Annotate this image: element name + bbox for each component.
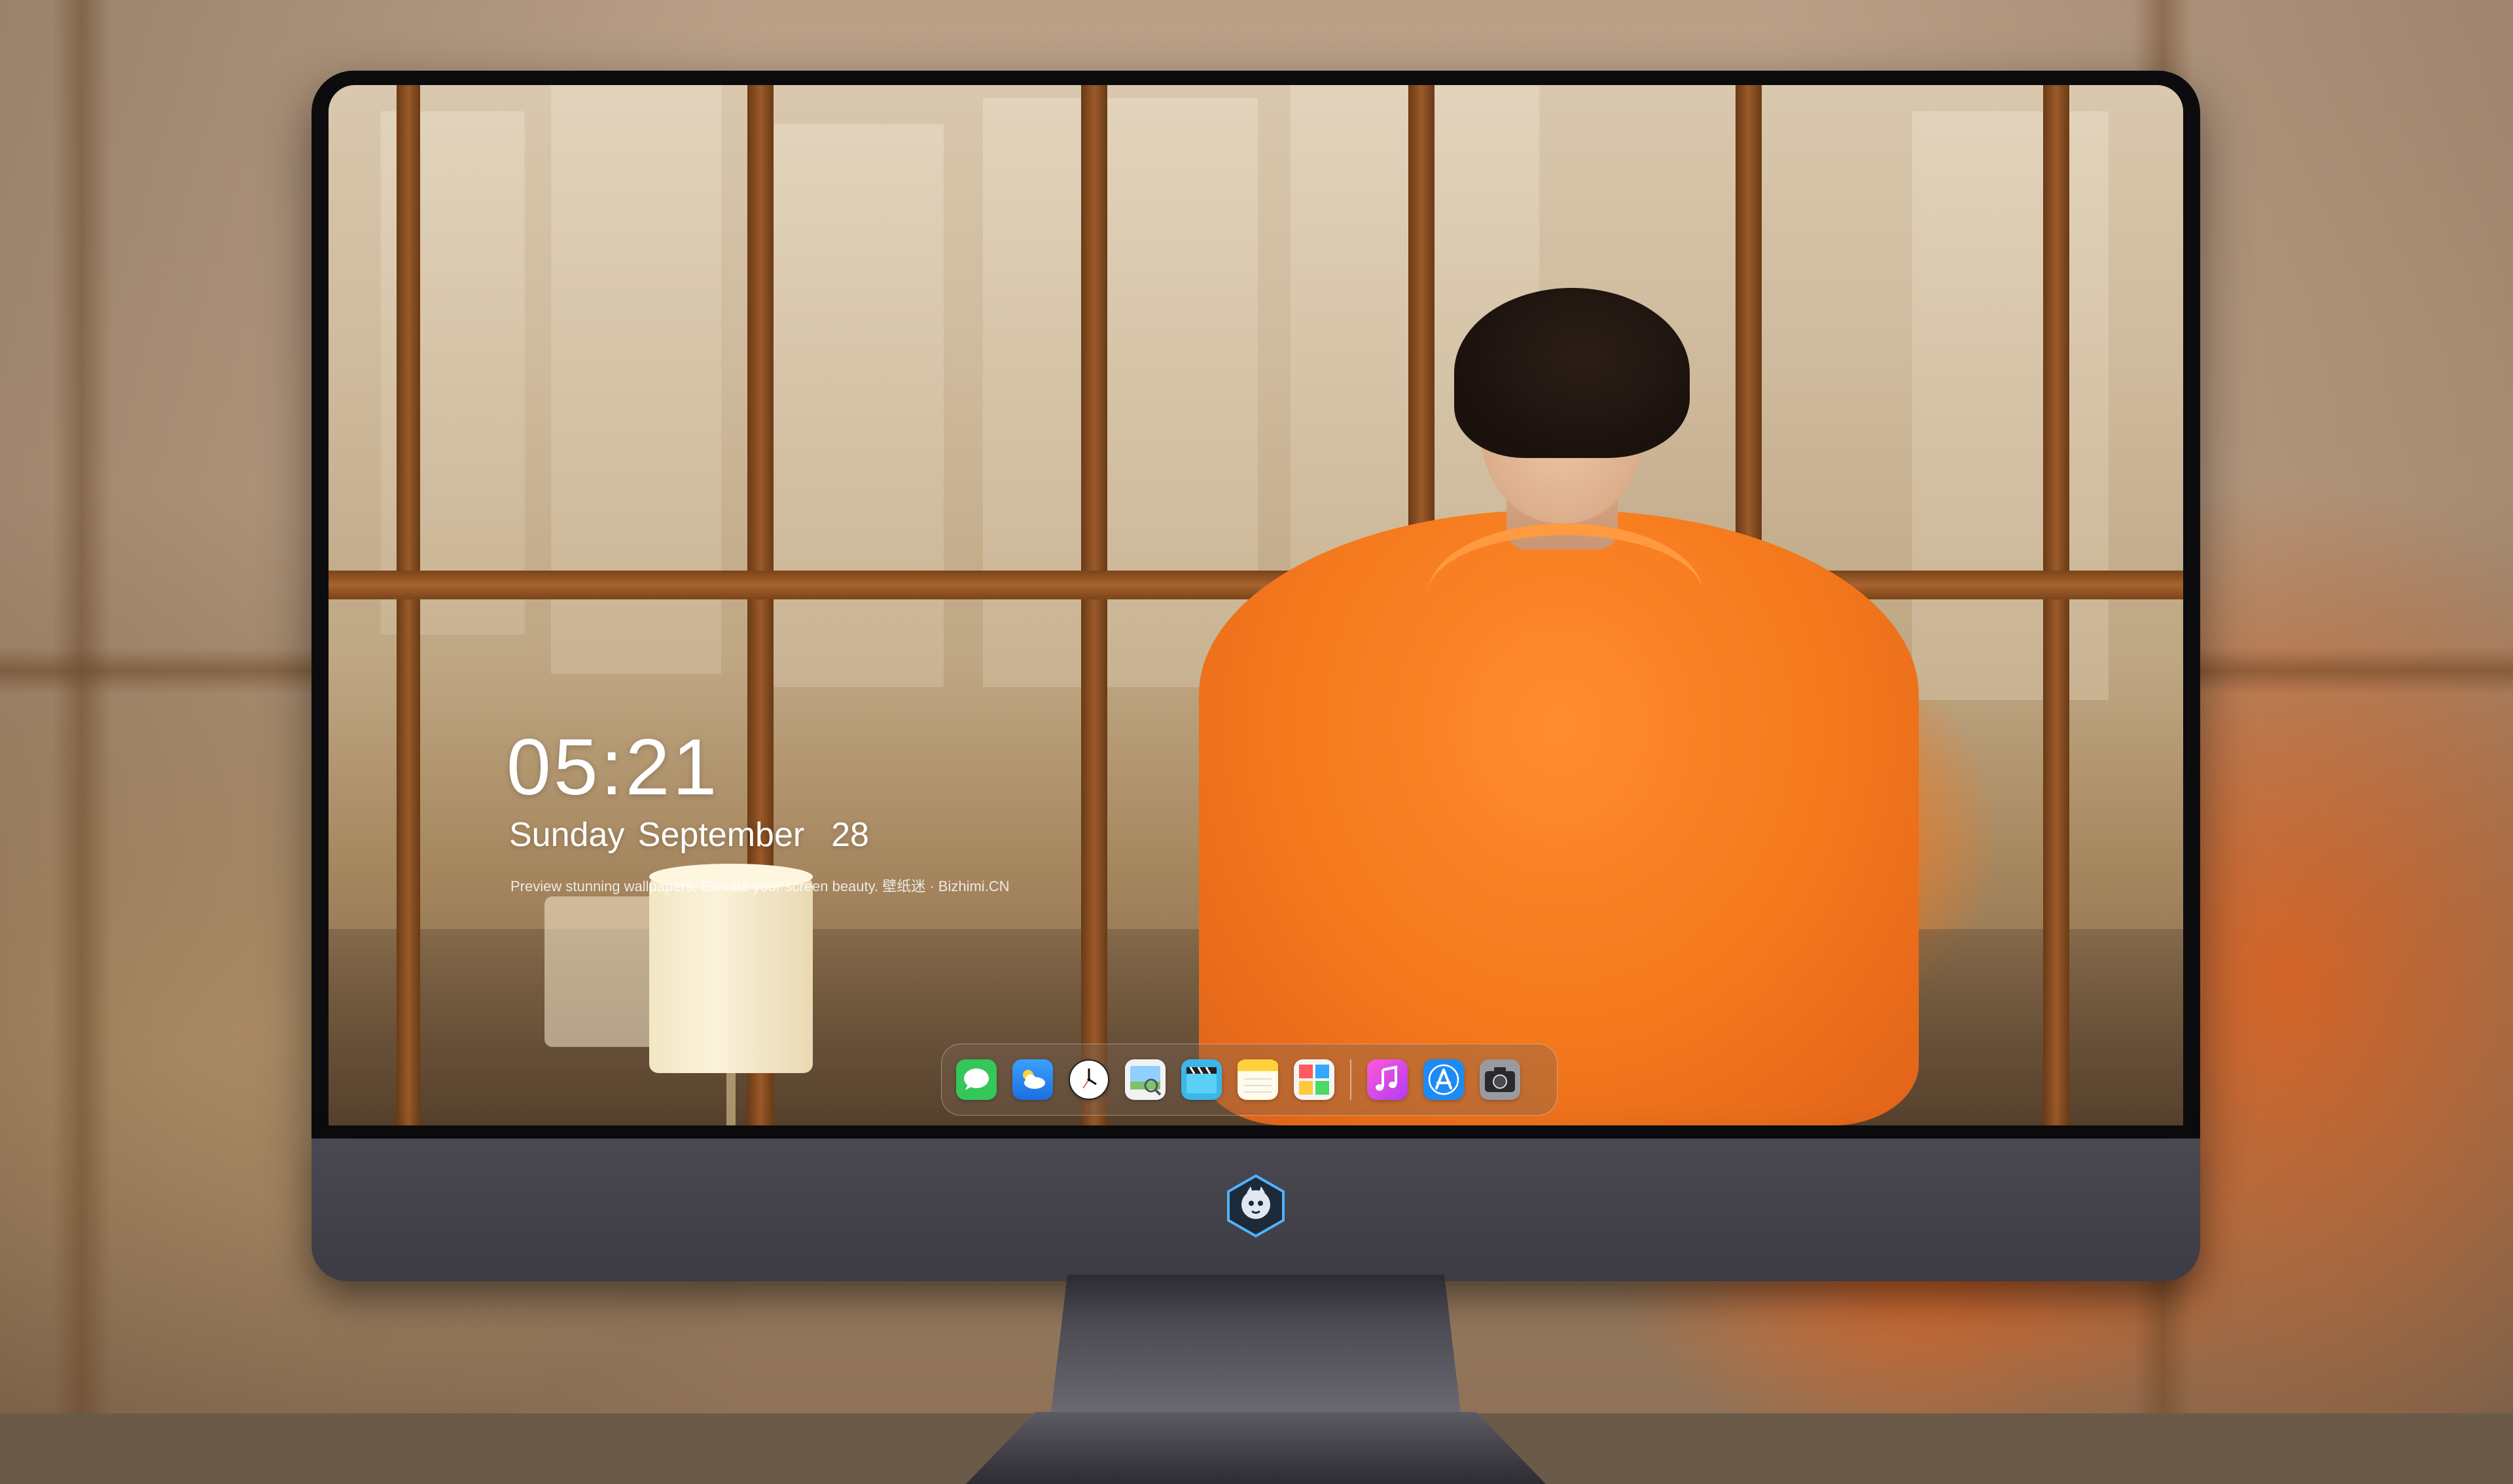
dock-app-photo-booth[interactable] bbox=[1294, 1059, 1334, 1100]
dock-separator bbox=[1350, 1059, 1351, 1100]
clock-icon bbox=[1069, 1059, 1109, 1100]
dock bbox=[941, 1044, 1558, 1116]
dock-app-clock[interactable] bbox=[1069, 1059, 1109, 1100]
dock-app-app-store[interactable] bbox=[1423, 1059, 1464, 1100]
app-store-icon bbox=[1423, 1059, 1464, 1100]
lockscreen-tagline: Preview stunning wallpapers. Elevate you… bbox=[510, 878, 1010, 894]
monitor: 05:21 Sunday September 28 Preview stunni… bbox=[312, 71, 2200, 1484]
lamp bbox=[649, 877, 813, 1073]
dock-app-notes[interactable] bbox=[1238, 1059, 1278, 1100]
lockscreen-date: Sunday September 28 bbox=[509, 816, 869, 854]
person-in-orange-sweater bbox=[1199, 236, 1919, 1125]
wallpaper-screen: 05:21 Sunday September 28 Preview stunni… bbox=[329, 85, 2183, 1125]
dock-app-preview[interactable] bbox=[1125, 1059, 1166, 1100]
preview-icon bbox=[1125, 1059, 1166, 1100]
dock-app-messages[interactable] bbox=[956, 1059, 997, 1100]
monitor-base bbox=[966, 1412, 1546, 1484]
photo-grid-icon bbox=[1294, 1059, 1334, 1100]
brand-logo-icon bbox=[1223, 1173, 1289, 1239]
messages-icon bbox=[956, 1059, 997, 1100]
weather-icon bbox=[1012, 1059, 1053, 1100]
dock-app-clips[interactable] bbox=[1181, 1059, 1222, 1100]
dock-app-camera[interactable] bbox=[1480, 1059, 1520, 1100]
dock-app-music[interactable] bbox=[1367, 1059, 1408, 1100]
clips-icon bbox=[1181, 1059, 1222, 1100]
monitor-stand bbox=[1051, 1275, 1461, 1412]
lockscreen-time: 05:21 bbox=[507, 722, 720, 811]
notes-icon bbox=[1238, 1059, 1278, 1100]
dock-app-weather[interactable] bbox=[1012, 1059, 1053, 1100]
camera-icon bbox=[1480, 1059, 1520, 1100]
music-icon bbox=[1367, 1059, 1408, 1100]
